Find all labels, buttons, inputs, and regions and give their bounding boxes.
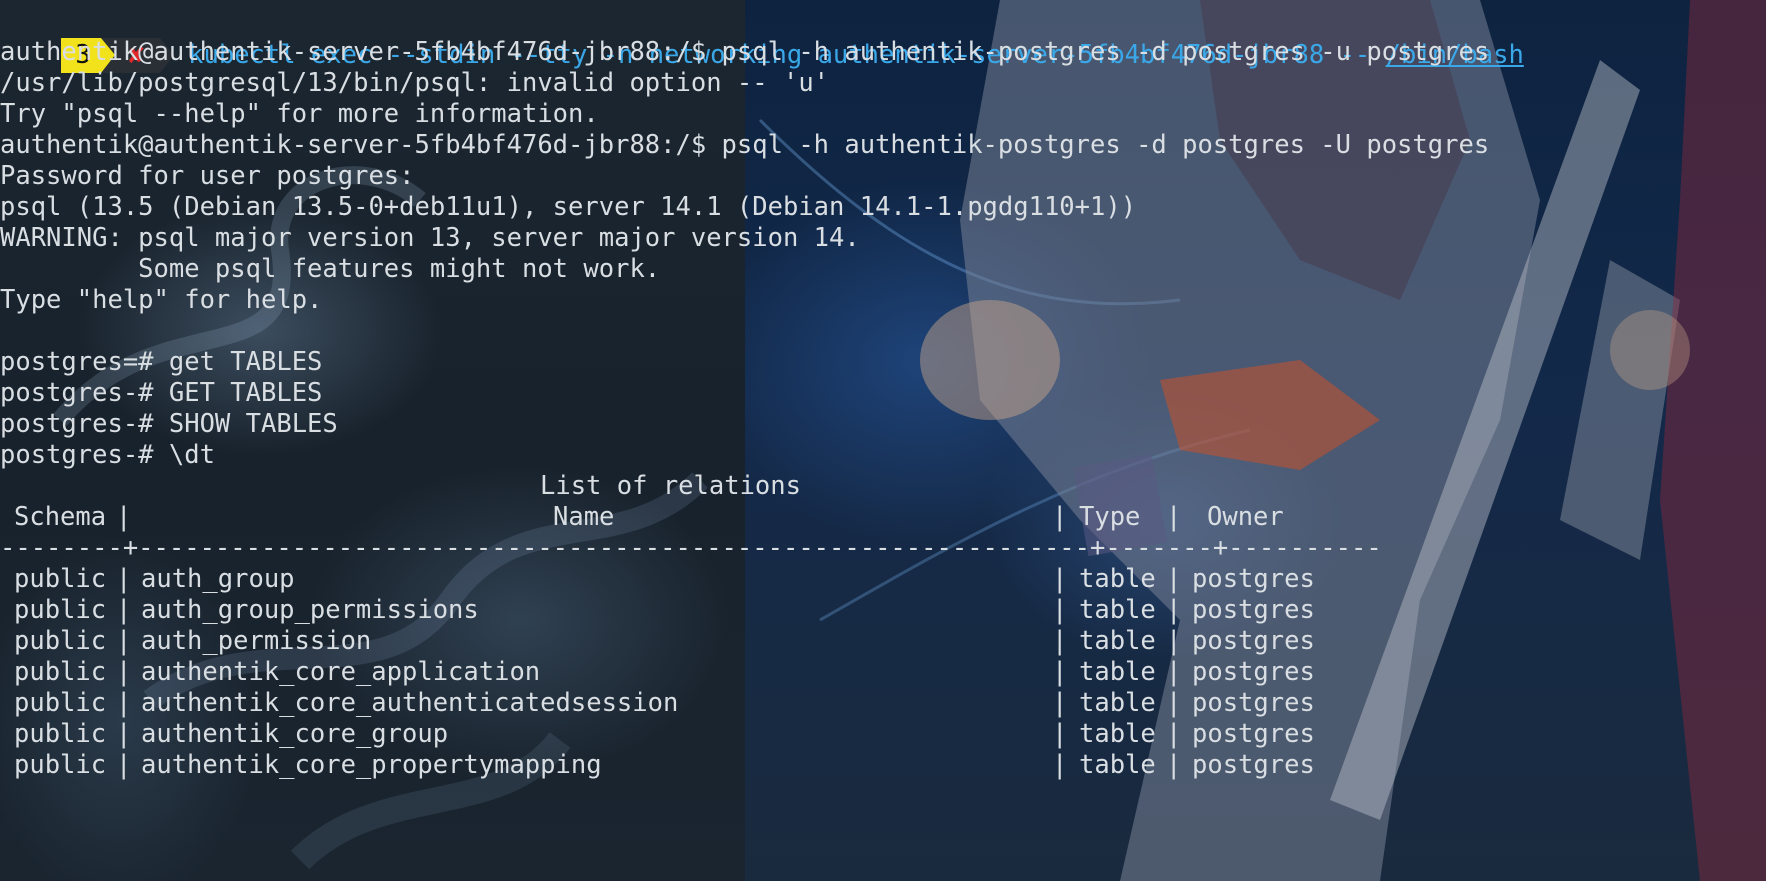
column-header-type: Type bbox=[1079, 502, 1141, 532]
cell-type: table bbox=[1079, 688, 1156, 718]
cell-name: authentik_core_group bbox=[141, 719, 449, 749]
table-separator: --------+-------------------------------… bbox=[0, 533, 1382, 563]
column-header-owner: Owner bbox=[1207, 502, 1284, 532]
column-divider: | bbox=[1052, 564, 1068, 594]
output-line: Password for user postgres: bbox=[0, 161, 415, 191]
column-divider: | bbox=[116, 502, 132, 532]
cell-owner: postgres bbox=[1192, 564, 1315, 594]
column-header-name: Name bbox=[553, 502, 615, 532]
column-divider: | bbox=[1166, 657, 1182, 687]
column-divider: | bbox=[116, 626, 132, 656]
cell-type: table bbox=[1079, 719, 1156, 749]
output-line: WARNING: psql major version 13, server m… bbox=[0, 223, 860, 253]
cell-name: authentik_core_authenticatedsession bbox=[141, 688, 679, 718]
output-line: Try "psql --help" for more information. bbox=[0, 99, 599, 129]
column-divider: | bbox=[1166, 719, 1182, 749]
output-line: Type "help" for help. bbox=[0, 285, 323, 315]
output-line: authentik@authentik-server-5fb4bf476d-jb… bbox=[0, 37, 1490, 67]
output-line: authentik@authentik-server-5fb4bf476d-jb… bbox=[0, 130, 1490, 160]
cell-name: authentik_core_propertymapping bbox=[141, 750, 602, 780]
output-line: psql (13.5 (Debian 13.5-0+deb11u1), serv… bbox=[0, 192, 1137, 222]
output-line: postgres-# GET TABLES bbox=[0, 378, 323, 408]
cell-schema: public bbox=[14, 719, 107, 749]
column-divider: | bbox=[116, 719, 132, 749]
column-divider: | bbox=[116, 657, 132, 687]
output-line: postgres=# get TABLES bbox=[0, 347, 323, 377]
cell-schema: public bbox=[14, 750, 107, 780]
column-divider: | bbox=[1166, 626, 1182, 656]
prompt-line: 3 ✘ kubectl exec --stdin --tty -n networki… bbox=[0, 3, 1524, 73]
cell-type: table bbox=[1079, 564, 1156, 594]
column-divider: | bbox=[1052, 502, 1068, 532]
cell-schema: public bbox=[14, 595, 107, 625]
cell-owner: postgres bbox=[1192, 750, 1315, 780]
column-divider: | bbox=[116, 688, 132, 718]
cell-owner: postgres bbox=[1192, 719, 1315, 749]
output-line: postgres-# \dt bbox=[0, 440, 215, 470]
table-title: List of relations bbox=[540, 471, 801, 501]
output-line: Some psql features might not work. bbox=[0, 254, 661, 284]
cell-type: table bbox=[1079, 626, 1156, 656]
column-divider: | bbox=[1166, 564, 1182, 594]
column-divider: | bbox=[1166, 595, 1182, 625]
column-divider: | bbox=[1052, 657, 1068, 687]
column-divider: | bbox=[116, 750, 132, 780]
column-header-schema: Schema bbox=[14, 502, 107, 532]
column-divider: | bbox=[1052, 719, 1068, 749]
cell-owner: postgres bbox=[1192, 688, 1315, 718]
column-divider: | bbox=[1166, 750, 1182, 780]
cell-schema: public bbox=[14, 626, 107, 656]
cell-name: auth_group bbox=[141, 564, 295, 594]
column-divider: | bbox=[1052, 688, 1068, 718]
terminal-window[interactable]: 3 ✘ kubectl exec --stdin --tty -n networki… bbox=[0, 0, 1766, 881]
cell-owner: postgres bbox=[1192, 626, 1315, 656]
cell-owner: postgres bbox=[1192, 595, 1315, 625]
cell-type: table bbox=[1079, 657, 1156, 687]
column-divider: | bbox=[1166, 688, 1182, 718]
cell-type: table bbox=[1079, 595, 1156, 625]
cell-owner: postgres bbox=[1192, 657, 1315, 687]
output-line: postgres-# SHOW TABLES bbox=[0, 409, 338, 439]
column-divider: | bbox=[116, 595, 132, 625]
cell-type: table bbox=[1079, 750, 1156, 780]
column-divider: | bbox=[116, 564, 132, 594]
cell-schema: public bbox=[14, 564, 107, 594]
column-divider: | bbox=[1052, 750, 1068, 780]
cell-name: auth_permission bbox=[141, 626, 372, 656]
cell-name: authentik_core_application bbox=[141, 657, 541, 687]
column-divider: | bbox=[1166, 502, 1182, 532]
cell-schema: public bbox=[14, 688, 107, 718]
column-divider: | bbox=[1052, 626, 1068, 656]
cell-schema: public bbox=[14, 657, 107, 687]
output-line: /usr/lib/postgresql/13/bin/psql: invalid… bbox=[0, 68, 830, 98]
cell-name: auth_group_permissions bbox=[141, 595, 479, 625]
column-divider: | bbox=[1052, 595, 1068, 625]
